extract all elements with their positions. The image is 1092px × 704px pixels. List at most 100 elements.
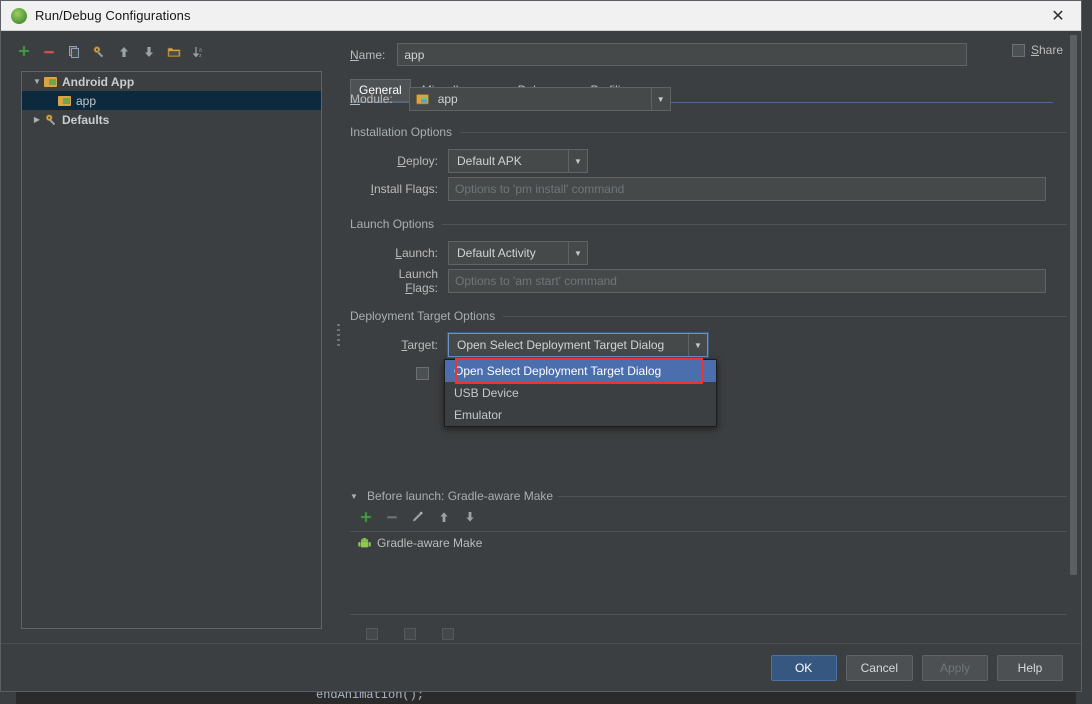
tree-item-app[interactable]: app [22, 91, 321, 110]
launch-row: Launch: Default Activity ▼ [364, 239, 1067, 267]
help-button[interactable]: Help [997, 654, 1063, 681]
add-task-button[interactable] [358, 509, 374, 525]
installation-options-section: Installation Options Deploy: Default APK… [350, 125, 1067, 205]
module-value: app [437, 92, 458, 106]
run-debug-configurations-dialog: Run/Debug Configurations ✕ a z ▼ Android… [0, 0, 1082, 692]
move-task-down-icon[interactable] [462, 509, 478, 525]
dropdown-item-open-select-deployment-target-dialog[interactable]: Open Select Deployment Target Dialog [445, 360, 716, 382]
deploy-label: Deploy: [397, 154, 438, 168]
chevron-down-icon[interactable]: ▼ [568, 242, 587, 264]
dialog-body: az ▼ Android App app ▶ Defaults Name: ap… [1, 31, 1081, 691]
copy-configuration-icon[interactable] [63, 41, 85, 63]
launch-flags-row: Launch Flags: Options to 'am start' comm… [364, 267, 1067, 295]
deploy-combo[interactable]: Default APK ▼ [448, 149, 588, 173]
form-scrollbar[interactable] [1069, 35, 1078, 639]
move-up-icon[interactable] [113, 41, 135, 63]
close-icon[interactable]: ✕ [1035, 1, 1081, 31]
chevron-down-icon[interactable]: ▼ [650, 88, 670, 110]
svg-text:z: z [199, 53, 202, 59]
installation-options-title: Installation Options [350, 125, 453, 139]
android-folder-icon [44, 75, 58, 88]
before-launch-task-label: Gradle-aware Make [377, 536, 483, 550]
section-rule [460, 131, 1067, 133]
target-dropdown-popup[interactable]: Open Select Deployment Target Dialog USB… [444, 359, 717, 427]
launch-options-body: Launch: Default Activity ▼ Launch Flags:… [350, 231, 1067, 297]
name-label: Name: [350, 47, 386, 62]
expand-arrow-down-icon[interactable]: ▼ [30, 77, 44, 86]
module-row: Module: app ▼ [350, 85, 1067, 113]
ok-button[interactable]: OK [770, 654, 837, 681]
launch-value: Default Activity [457, 246, 536, 260]
share-checkbox[interactable] [1011, 43, 1025, 57]
edit-templates-wrench-icon[interactable] [88, 41, 110, 63]
clipped-checkbox-1[interactable] [366, 628, 378, 640]
dialog-content-area: az ▼ Android App app ▶ Defaults Name: ap… [1, 31, 1081, 643]
use-same-device-checkbox[interactable] [416, 366, 429, 380]
remove-task-button[interactable] [384, 509, 400, 525]
edit-task-pencil-icon[interactable] [410, 509, 426, 525]
section-rule [558, 495, 1067, 497]
folder-icon[interactable] [163, 41, 185, 63]
dropdown-item-emulator[interactable]: Emulator [445, 404, 716, 426]
before-launch-title-row: ▼ Before launch: Gradle-aware Make [350, 489, 1067, 503]
before-launch-toolbar [350, 503, 1067, 531]
add-configuration-button[interactable] [13, 41, 35, 63]
apply-button[interactable]: Apply [922, 654, 988, 681]
dialog-titlebar: Run/Debug Configurations ✕ [1, 1, 1081, 31]
chevron-down-icon[interactable]: ▼ [568, 150, 587, 172]
android-studio-icon [11, 7, 27, 24]
launch-options-title: Launch Options [350, 217, 435, 231]
deploy-value: Default APK [457, 154, 522, 168]
deploy-row: Deploy: Default APK ▼ [364, 147, 1067, 175]
gear-icon [44, 113, 58, 127]
launch-options-title-row: Launch Options [350, 217, 1067, 231]
target-row: Target: Open Select Deployment Target Di… [364, 331, 1067, 359]
before-launch-task-row[interactable]: Gradle-aware Make [350, 532, 1067, 554]
before-launch-task-list[interactable]: Gradle-aware Make [350, 531, 1067, 615]
configuration-editor-panel: Name: app Share General Miscellaneous De… [342, 31, 1081, 643]
android-folder-icon [58, 94, 72, 107]
expand-arrow-right-icon[interactable]: ▶ [30, 115, 44, 124]
launch-combo[interactable]: Default Activity ▼ [448, 241, 588, 265]
cancel-button[interactable]: Cancel [845, 654, 913, 681]
tree-item-label: Android App [62, 74, 135, 89]
move-task-up-icon[interactable] [436, 509, 452, 525]
chevron-down-icon[interactable]: ▼ [688, 334, 707, 356]
tree-item-label: app [76, 93, 97, 108]
name-input[interactable]: app [397, 43, 968, 66]
section-rule [442, 223, 1067, 225]
launch-flags-input[interactable]: Options to 'am start' command [448, 269, 1046, 293]
android-module-icon [415, 93, 430, 106]
remove-configuration-button[interactable] [38, 41, 60, 63]
install-flags-input[interactable]: Options to 'pm install' command [448, 177, 1046, 201]
installation-options-title-row: Installation Options [350, 125, 1067, 139]
panel-splitter[interactable] [334, 31, 342, 643]
dialog-title: Run/Debug Configurations [35, 8, 191, 23]
deployment-target-title-row: Deployment Target Options [350, 309, 1067, 323]
tree-item-android-app[interactable]: ▼ Android App [22, 72, 321, 91]
launch-flags-label: Launch Flags: [398, 267, 438, 295]
configurations-panel: az ▼ Android App app ▶ Defaults [1, 31, 334, 643]
configurations-toolbar: az [1, 39, 334, 65]
before-launch-section: ▼ Before launch: Gradle-aware Make Gradl… [350, 489, 1067, 615]
name-row: Name: app [350, 43, 1067, 66]
sort-alphabetically-icon[interactable]: az [188, 41, 210, 63]
android-icon [358, 537, 371, 550]
module-combo[interactable]: app ▼ [408, 87, 671, 111]
move-down-icon[interactable] [138, 41, 160, 63]
launch-label: Launch: [395, 246, 438, 260]
deployment-target-options-title: Deployment Target Options [350, 309, 496, 323]
install-flags-row: Install Flags: Options to 'pm install' c… [364, 175, 1067, 203]
collapse-arrow-down-icon[interactable]: ▼ [350, 492, 362, 501]
configurations-tree[interactable]: ▼ Android App app ▶ Defaults [21, 71, 322, 629]
target-combo[interactable]: Open Select Deployment Target Dialog ▼ [447, 332, 709, 358]
tree-item-defaults[interactable]: ▶ Defaults [22, 110, 321, 129]
section-rule [503, 315, 1067, 317]
clipped-checkbox-3[interactable] [442, 628, 454, 640]
form-scrollbar-thumb[interactable] [1070, 35, 1077, 575]
before-launch-list-bottom-rule [350, 614, 1067, 615]
dropdown-item-usb-device[interactable]: USB Device [445, 382, 716, 404]
clipped-checkbox-2[interactable] [404, 628, 416, 640]
share-checkbox-row[interactable]: Share [1011, 43, 1063, 57]
launch-options-section: Launch Options Launch: Default Activity … [350, 217, 1067, 297]
